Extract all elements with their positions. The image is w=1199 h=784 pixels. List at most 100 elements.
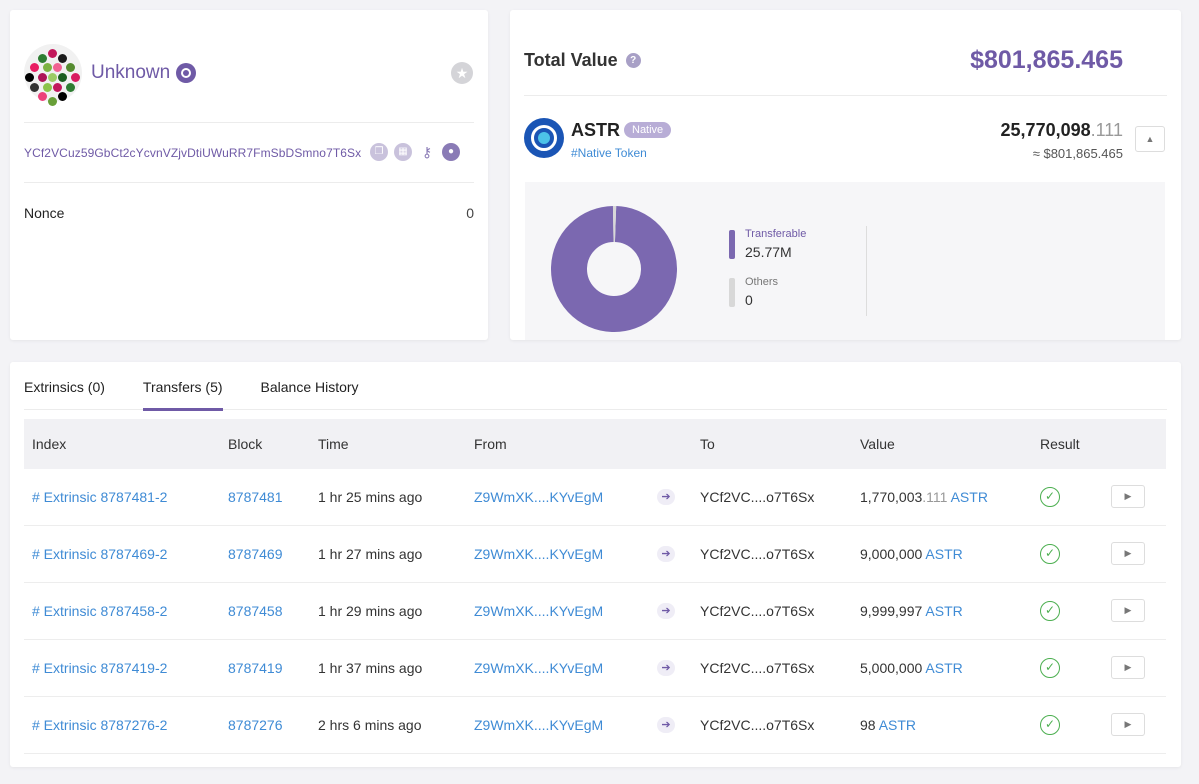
to-address: YCf2VC....o7T6Sx: [700, 546, 815, 562]
table-row: # Extrinsic 8787458-2 8787458 1 hr 29 mins…: [24, 583, 1166, 640]
legend-item: Others 0: [729, 276, 806, 310]
column-header-block: Block: [228, 436, 263, 452]
collapse-button[interactable]: ▲: [1135, 126, 1165, 152]
table-row: # Extrinsic 8787276-2 8787276 2 hrs 6 mins…: [24, 697, 1166, 754]
legend-value: 25.77M: [745, 244, 792, 260]
column-header-from: From: [474, 436, 507, 452]
qr-code-icon[interactable]: ▦: [394, 143, 412, 161]
account-card: Unknown ★ YCf2VCuz59GbCt2cYcvnVZjvDtiUWu…: [10, 10, 488, 340]
extrinsic-link[interactable]: # Extrinsic 8787276-2: [32, 717, 167, 733]
column-header-index: Index: [32, 436, 67, 452]
token-symbol: ASTR: [571, 120, 620, 140]
transfer-value: 5,000,000 ASTR: [860, 660, 963, 676]
time-ago: 2 hrs 6 mins ago: [318, 717, 422, 733]
to-address: YCf2VC....o7T6Sx: [700, 489, 815, 505]
block-link[interactable]: 8787458: [228, 603, 283, 619]
arrow-right-icon: ➔: [657, 546, 675, 562]
value-decimal: .111: [922, 489, 948, 505]
tab-balance[interactable]: Balance History: [261, 378, 359, 410]
arrow-right-icon: ➔: [657, 660, 675, 676]
transfer-value: 98 ASTR: [860, 717, 916, 733]
token-unit-link[interactable]: ASTR: [951, 489, 988, 505]
balance-legend: Transferable 25.77M Others 0: [729, 228, 806, 324]
tab-transfers[interactable]: Transfers (5): [142, 378, 223, 411]
time-ago: 1 hr 29 mins ago: [318, 603, 423, 619]
expand-detail-button[interactable]: ▶: [1111, 542, 1145, 565]
token-unit-link[interactable]: ASTR: [925, 546, 962, 562]
extrinsic-link[interactable]: # Extrinsic 8787481-2: [32, 489, 167, 505]
from-address-link[interactable]: Z9WmXK....KYvEgM: [474, 489, 603, 505]
to-address: YCf2VC....o7T6Sx: [700, 660, 815, 676]
column-header-value: Value: [860, 436, 895, 452]
legend-swatch: [729, 278, 735, 307]
account-name-row: Unknown: [91, 62, 197, 84]
account-name: Unknown: [91, 62, 171, 83]
legend-swatch: [729, 230, 735, 259]
time-ago: 1 hr 25 mins ago: [318, 489, 423, 505]
copy-icon[interactable]: ❐: [370, 143, 388, 161]
total-value-label: Total Value: [524, 50, 618, 70]
to-address: YCf2VC....o7T6Sx: [700, 603, 815, 619]
token-balance: 25,770,098.111: [1001, 120, 1123, 141]
help-icon[interactable]: ?: [625, 53, 641, 68]
legend-label: Transferable: [745, 228, 807, 240]
nonce-value: 0: [466, 205, 474, 221]
value-integer: 9,999,997: [860, 603, 923, 619]
native-badge: Native: [624, 122, 672, 138]
token-unit-link[interactable]: ASTR: [925, 603, 962, 619]
from-address-link[interactable]: Z9WmXK....KYvEgM: [474, 603, 603, 619]
native-token-link[interactable]: #Native Token: [571, 146, 647, 160]
balance-breakdown: Transferable 25.77M Others 0: [525, 182, 1165, 340]
tab-bar: Extrinsics (0) Transfers (5) Balance Histo…: [24, 378, 1167, 411]
github-icon: [176, 63, 197, 83]
user-icon[interactable]: ●: [442, 143, 460, 161]
key-icon[interactable]: ⚷: [418, 143, 436, 161]
expand-detail-button[interactable]: ▶: [1111, 485, 1145, 508]
expand-detail-button[interactable]: ▶: [1111, 656, 1145, 679]
divider: [524, 95, 1167, 96]
token-unit-link[interactable]: ASTR: [925, 660, 962, 676]
account-address: YCf2VCuz59GbCt2cYcvnVZjvDtiUWuRR7FmSbDSm…: [24, 146, 362, 160]
arrow-right-icon: ➔: [657, 717, 675, 733]
success-check-icon: ✓: [1040, 658, 1060, 678]
balance-donut-chart: [551, 206, 677, 332]
column-header-result: Result: [1040, 436, 1080, 452]
address-actions: ❐ ▦ ⚷ ●: [370, 143, 460, 161]
value-integer: 1,770,003: [860, 489, 923, 505]
tab-extrinsics[interactable]: Extrinsics (0): [24, 378, 105, 410]
table-row: # Extrinsic 8787419-2 8787419 1 hr 37 mins…: [24, 640, 1166, 697]
column-header-to: To: [700, 436, 715, 452]
value-card: Total Value ? $801,865.465 ASTR Native #…: [510, 10, 1181, 340]
from-address-link[interactable]: Z9WmXK....KYvEgM: [474, 660, 603, 676]
success-check-icon: ✓: [1040, 487, 1060, 507]
favorite-star-icon[interactable]: ★: [451, 62, 473, 84]
nonce-label: Nonce: [24, 205, 65, 221]
table-body: # Extrinsic 8787481-2 8787481 1 hr 25 mins…: [24, 469, 1166, 754]
expand-detail-button[interactable]: ▶: [1111, 713, 1145, 736]
block-link[interactable]: 8787481: [228, 489, 283, 505]
transfer-value: 9,999,997 ASTR: [860, 603, 963, 619]
to-address: YCf2VC....o7T6Sx: [700, 717, 815, 733]
from-address-link[interactable]: Z9WmXK....KYvEgM: [474, 546, 603, 562]
identicon-avatar: [24, 44, 82, 106]
extrinsic-link[interactable]: # Extrinsic 8787458-2: [32, 603, 167, 619]
token-balance-usd: ≈ $801,865.465: [1032, 146, 1123, 161]
block-link[interactable]: 8787419: [228, 660, 283, 676]
extrinsic-link[interactable]: # Extrinsic 8787469-2: [32, 546, 167, 562]
success-check-icon: ✓: [1040, 715, 1060, 735]
extrinsic-link[interactable]: # Extrinsic 8787419-2: [32, 660, 167, 676]
from-address-link[interactable]: Z9WmXK....KYvEgM: [474, 717, 603, 733]
block-link[interactable]: 8787469: [228, 546, 283, 562]
arrow-right-icon: ➔: [657, 489, 675, 505]
balance-integer: 25,770,098: [1000, 120, 1091, 140]
legend-value: 0: [745, 292, 753, 308]
value-integer: 98: [860, 717, 876, 733]
value-integer: 9,000,000: [860, 546, 923, 562]
token-unit-link[interactable]: ASTR: [879, 717, 916, 733]
total-value-label-row: Total Value ?: [524, 50, 641, 71]
transactions-card: Extrinsics (0) Transfers (5) Balance Histo…: [10, 362, 1181, 767]
total-value-amount: $801,865.465: [970, 46, 1123, 74]
block-link[interactable]: 8787276: [228, 717, 283, 733]
table-header: Index Block Time From To Value Result: [24, 419, 1166, 469]
expand-detail-button[interactable]: ▶: [1111, 599, 1145, 622]
